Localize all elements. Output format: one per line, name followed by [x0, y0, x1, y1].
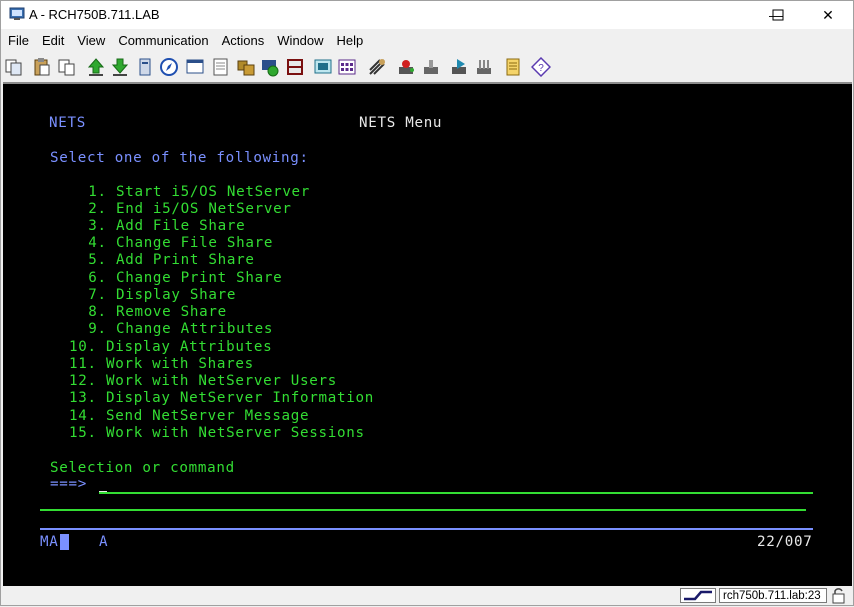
close-button[interactable]: ✕	[805, 1, 851, 29]
secure-lock-icon	[832, 588, 845, 604]
toolbar: ?	[1, 55, 853, 81]
menu-option[interactable]: 6. Change Print Share	[79, 270, 282, 286]
title-bar: A - RCH750B.711.LAB — ✕	[1, 1, 853, 29]
maximize-icon	[772, 9, 784, 21]
maximize-button[interactable]	[755, 1, 801, 29]
menu-option[interactable]: 11. Work with Shares	[69, 356, 254, 372]
menu-option[interactable]: 2. End i5/OS NetServer	[79, 201, 292, 217]
receive-file-icon[interactable]	[110, 57, 130, 77]
menu-option[interactable]: 1. Start i5/OS NetServer	[79, 184, 310, 200]
menu-edit[interactable]: Edit	[35, 31, 70, 51]
navigator-icon[interactable]	[159, 57, 179, 77]
oia-cursor-block	[60, 534, 69, 550]
connected-icon	[684, 590, 712, 601]
system-request-icon[interactable]	[421, 57, 441, 77]
attention-icon[interactable]	[396, 57, 416, 77]
copy-append-icon[interactable]	[57, 57, 77, 77]
record-macro-icon[interactable]	[285, 57, 305, 77]
menu-option[interactable]: 14. Send NetServer Message	[69, 408, 309, 424]
menu-option[interactable]: 4. Change File Share	[79, 235, 273, 251]
print-screen-icon[interactable]	[135, 57, 155, 77]
screen-title: NETS Menu	[359, 115, 443, 131]
terminal-screen[interactable]: NETS NETS Menu Select one of the followi…	[3, 82, 852, 586]
oia-mode: A	[99, 534, 109, 550]
menu-window[interactable]: Window	[270, 31, 329, 51]
menu-help[interactable]: Help	[330, 31, 370, 51]
keyboard-map-icon[interactable]	[236, 57, 256, 77]
session-host: rch750b.711.lab:23	[719, 588, 827, 603]
command-input-field[interactable]	[99, 492, 813, 494]
connection-status	[680, 588, 716, 603]
oia-status: MA	[40, 534, 59, 550]
menu-option[interactable]: 10. Display Attributes	[69, 339, 272, 355]
menu-option[interactable]: 9. Change Attributes	[79, 321, 273, 337]
window-title: A - RCH750B.711.LAB	[29, 7, 160, 22]
prompt-arrow: ===>	[50, 476, 87, 492]
menu-option[interactable]: 8. Remove Share	[79, 304, 227, 320]
oia-separator-line	[40, 528, 813, 530]
keypad-icon[interactable]	[337, 57, 357, 77]
menu-option[interactable]: 12. Work with NetServer Users	[69, 373, 337, 389]
paste-icon[interactable]	[32, 57, 52, 77]
terminal-app-icon	[9, 7, 25, 20]
emulator-window: A - RCH750B.711.LAB — ✕ File Edit View C…	[0, 0, 854, 606]
system-name: NETS	[49, 115, 86, 131]
prompt-label: Selection or command	[50, 460, 235, 476]
menu-file[interactable]: File	[1, 31, 35, 51]
help-icon[interactable]: ?	[531, 57, 551, 77]
menu-option[interactable]: 13. Display NetServer Information	[69, 390, 374, 406]
send-file-icon[interactable]	[86, 57, 106, 77]
copy-icon[interactable]	[4, 57, 24, 77]
menu-option[interactable]: 3. Add File Share	[79, 218, 245, 234]
svg-text:?: ?	[538, 63, 544, 74]
notes-icon[interactable]	[503, 57, 523, 77]
color-map-icon[interactable]	[260, 57, 280, 77]
instruction-text: Select one of the following:	[50, 150, 309, 166]
trace-icon[interactable]	[474, 57, 494, 77]
connection-icon[interactable]	[367, 57, 387, 77]
menu-option[interactable]: 7. Display Share	[79, 287, 236, 303]
cursor-position: 22/007	[757, 534, 813, 550]
separator-line-green	[40, 509, 806, 511]
play-macro-icon[interactable]	[313, 57, 333, 77]
menu-view[interactable]: View	[70, 31, 111, 51]
menu-bar: File Edit View Communication Actions Win…	[1, 31, 369, 51]
menu-actions[interactable]: Actions	[215, 31, 271, 51]
macro-icon[interactable]	[211, 57, 231, 77]
menu-option[interactable]: 5. Add Print Share	[79, 252, 255, 268]
display-icon[interactable]	[185, 57, 205, 77]
status-bar: rch750b.711.lab:23	[1, 587, 853, 605]
menu-communication[interactable]: Communication	[111, 31, 214, 51]
disconnect-icon[interactable]	[449, 57, 469, 77]
menu-option[interactable]: 15. Work with NetServer Sessions	[69, 425, 365, 441]
